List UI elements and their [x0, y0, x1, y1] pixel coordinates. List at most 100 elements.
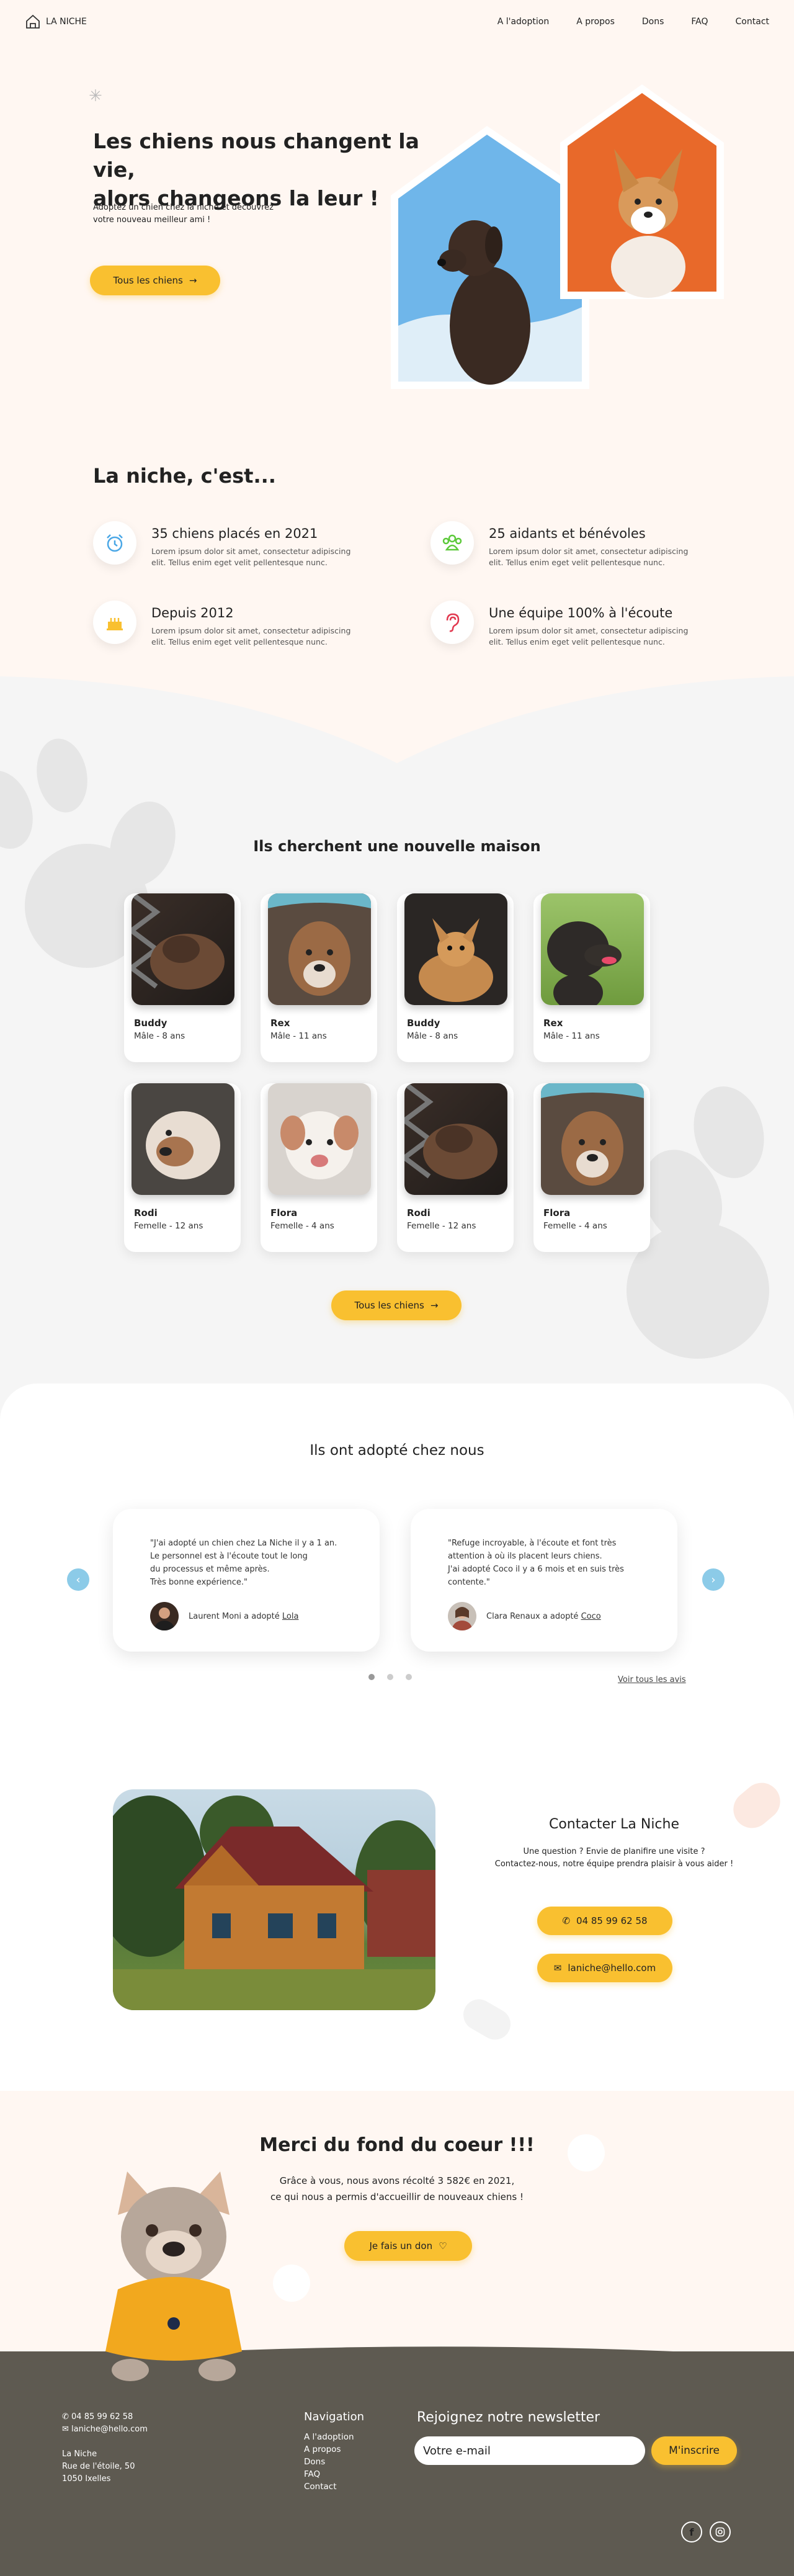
footer-nav-about[interactable]: A propos [304, 2443, 364, 2456]
hero-dog-house-orange [560, 84, 724, 299]
donate-button-label: Je fais un don [369, 2240, 433, 2252]
newsletter-submit-button[interactable]: M'inscrire [651, 2436, 737, 2465]
adopted-dog-link[interactable]: Coco [581, 1612, 601, 1621]
phone-icon: ✆ [62, 2412, 72, 2422]
all-dogs-button-2[interactable]: Tous les chiens → [331, 1290, 462, 1320]
heart-icon: ♡ [439, 2240, 447, 2252]
footer-nav: Navigation A l'adoption A propos Dons FA… [304, 2410, 364, 2493]
feature-text: Lorem ipsum dolor sit amet, consectetur … [151, 546, 350, 568]
dog-card[interactable]: Flora Femelle - 4 ans [261, 1083, 377, 1252]
footer-email[interactable]: ✉ laniche@hello.com [62, 2423, 148, 2436]
dog-card[interactable]: Rodi Femelle - 12 ans [397, 1083, 514, 1252]
adopted-dog-link[interactable]: Lola [282, 1612, 299, 1621]
dog-age: Mâle - 8 ans [134, 1031, 185, 1041]
all-dogs-button-label: Tous les chiens [113, 275, 183, 286]
nav-contact[interactable]: Contact [736, 17, 769, 27]
page: LA NICHE A l'adoption A propos Dons FAQ … [0, 0, 794, 2576]
facebook-icon[interactable]: f [681, 2521, 702, 2542]
all-dogs-button[interactable]: Tous les chiens → [90, 266, 220, 295]
feature-text-line: elit. Tellus enim eget velit pellentesqu… [489, 558, 665, 567]
feature-title: Une équipe 100% à l'écoute [489, 606, 673, 620]
phone-button[interactable]: ✆ 04 85 99 62 58 [537, 1907, 672, 1935]
footer-nav-contact[interactable]: Contact [304, 2480, 364, 2493]
paw-decoration [273, 2265, 310, 2302]
avatar [448, 1602, 476, 1630]
nav-donate[interactable]: Dons [642, 17, 664, 27]
email-button[interactable]: ✉ laniche@hello.com [537, 1954, 672, 1982]
footer-nav-donate[interactable]: Dons [304, 2456, 364, 2468]
footer-email-text: laniche@hello.com [71, 2425, 148, 2434]
hero-subtitle-line1: Adoptez un chien chez la niche et découv… [93, 203, 274, 212]
dog-photo [404, 893, 507, 1005]
top-nav: LA NICHE A l'adoption A propos Dons FAQ … [0, 0, 794, 43]
arrow-right-icon: → [189, 275, 197, 286]
dog-age: Mâle - 11 ans [543, 1031, 600, 1041]
feature-text: Lorem ipsum dolor sit amet, consectetur … [151, 625, 350, 648]
feature-text: Lorem ipsum dolor sit amet, consectetur … [489, 625, 688, 648]
logo[interactable]: LA NICHE [25, 14, 87, 30]
mail-icon: ✉ [62, 2425, 72, 2434]
feature-title: Depuis 2012 [151, 606, 234, 620]
author-text: Clara Renaux a adopté Coco [486, 1612, 601, 1621]
testimonials-title: Ils ont adopté chez nous [310, 1442, 484, 1459]
feature-item: 35 chiens placés en 2021 Lorem ipsum dol… [93, 521, 354, 568]
testimonial-author: Clara Renaux a adopté Coco [448, 1602, 601, 1630]
all-dogs-button-label: Tous les chiens [354, 1300, 424, 1311]
footer-nav-title: Navigation [304, 2410, 365, 2423]
footer-phone[interactable]: ✆ 04 85 99 62 58 [62, 2411, 148, 2423]
testimonial-quote: "J'ai adopté un chien chez La Niche il y… [150, 1537, 355, 1589]
carousel-prev-button[interactable]: ‹ [67, 1568, 89, 1591]
footer-address-line: La Niche [62, 2449, 97, 2459]
hero-subtitle: Adoptez un chien chez la niche et découv… [93, 202, 298, 226]
dog-name: Rodi [134, 1207, 158, 1219]
quote-line: contente." [448, 1578, 490, 1587]
footer-nav-faq[interactable]: FAQ [304, 2468, 364, 2480]
carousel-dot-active[interactable] [368, 1674, 375, 1680]
footer-contact: ✆ 04 85 99 62 58 ✉ laniche@hello.com La … [62, 2411, 148, 2485]
dog-name: Rodi [407, 1207, 430, 1219]
dog-age: Femelle - 12 ans [407, 1221, 476, 1231]
house-logo-icon [26, 14, 40, 29]
logo-text: LA NICHE [46, 17, 87, 27]
cake-icon [93, 601, 136, 644]
dog-name: Flora [543, 1207, 571, 1219]
quote-line: Très bonne expérience." [150, 1578, 248, 1587]
see-all-reviews-link[interactable]: Voir tous les avis [618, 1675, 686, 1684]
contact-text: Une question ? Envie de planifire une vi… [478, 1846, 751, 1871]
footer-nav-adoption[interactable]: A l'adoption [304, 2431, 364, 2443]
feature-text-line: Lorem ipsum dolor sit amet, consectetur … [489, 626, 689, 635]
nav-faq[interactable]: FAQ [691, 17, 708, 27]
footer-address-line: Rue de l'étoile, 50 [62, 2462, 135, 2471]
carousel-dot[interactable] [387, 1674, 393, 1680]
feature-text-line: Lorem ipsum dolor sit amet, consectetur … [151, 547, 351, 556]
dog-card[interactable]: Flora Femelle - 4 ans [533, 1083, 650, 1252]
instagram-icon[interactable] [710, 2521, 731, 2542]
people-icon [430, 521, 474, 565]
carousel-next-button[interactable]: › [702, 1568, 725, 1591]
avatar [150, 1602, 179, 1630]
dog-card[interactable]: Buddy Mâle - 8 ans [124, 893, 241, 1062]
newsletter-email-input[interactable]: Votre e-mail [414, 2436, 645, 2465]
feature-text-line: elit. Tellus enim eget velit pellentesqu… [151, 637, 328, 646]
carousel-dot[interactable] [406, 1674, 412, 1680]
feature-title: 25 aidants et bénévoles [489, 526, 646, 541]
dog-card[interactable]: Rex Mâle - 11 ans [261, 893, 377, 1062]
nav-about[interactable]: A propos [576, 17, 615, 27]
donate-button[interactable]: Je fais un don ♡ [344, 2231, 472, 2261]
arrow-right-icon: → [430, 1300, 439, 1311]
donate-title: Merci du fond du coeur !!! [259, 2134, 535, 2156]
feature-item: 25 aidants et bénévoles Lorem ipsum dolo… [430, 521, 691, 568]
dog-name: Rex [543, 1017, 563, 1029]
dogs-title: Ils cherchent une nouvelle maison [253, 838, 541, 855]
dog-card[interactable]: Rex Mâle - 11 ans [533, 893, 650, 1062]
feature-text-line: elit. Tellus enim eget velit pellentesqu… [489, 637, 665, 646]
newsletter-title: Rejoignez notre newsletter [417, 2410, 600, 2425]
testimonial-card: "Refuge incroyable, à l'écoute et font t… [411, 1509, 677, 1652]
feature-item: Une équipe 100% à l'écoute Lorem ipsum d… [430, 601, 691, 648]
phone-label: 04 85 99 62 58 [576, 1915, 648, 1926]
dog-card[interactable]: Rodi Femelle - 12 ans [124, 1083, 241, 1252]
nav-adoption[interactable]: A l'adoption [497, 17, 550, 27]
ear-icon [430, 601, 474, 644]
dog-card[interactable]: Buddy Mâle - 8 ans [397, 893, 514, 1062]
feature-text-line: Lorem ipsum dolor sit amet, consectetur … [151, 626, 351, 635]
